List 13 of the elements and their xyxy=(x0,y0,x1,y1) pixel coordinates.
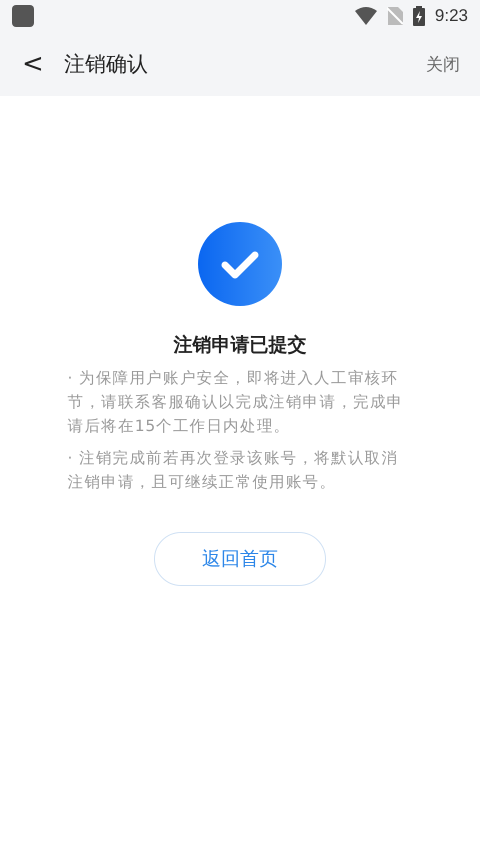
notice-text: · 为保障用户账户安全，即将进入人工审核环节，请联系客服确认以完成注销申请，完成申请后将在15个工作日内处理。 xyxy=(68,368,404,437)
battery-icon xyxy=(412,6,425,26)
home-button[interactable]: 返回首页 xyxy=(154,532,326,586)
back-button[interactable]: < xyxy=(14,49,52,79)
close-button[interactable]: 关闭 xyxy=(426,52,460,76)
app-icon xyxy=(12,5,34,27)
result-title: 注销申请已提交 xyxy=(174,333,306,358)
status-time: 9:23 xyxy=(434,6,468,26)
wifi-icon xyxy=(354,7,377,25)
check-icon xyxy=(198,222,282,306)
no-sim-icon xyxy=(386,7,403,25)
notice-text: · 注销完成前若再次登录该账号，将默认取消注销申请，且可继续正常使用账号。 xyxy=(68,448,400,493)
page-title: 注销确认 xyxy=(64,51,149,78)
